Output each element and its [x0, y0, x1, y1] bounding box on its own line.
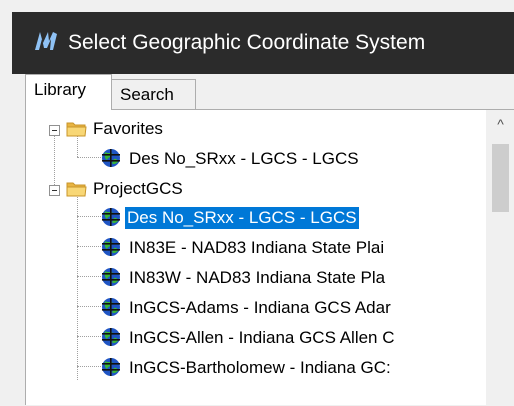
scroll-up-arrow-icon[interactable]: ^	[486, 110, 514, 138]
tree-item-label: InGCS-Adams - Indiana GCS Adar	[129, 298, 391, 317]
collapse-toggle-icon[interactable]	[49, 125, 60, 136]
tree-item-label: IN83E - NAD83 Indiana State Plai	[129, 238, 385, 257]
tree-item-label: IN83W - NAD83 Indiana State Pla	[129, 268, 386, 287]
tree-item-label: InGCS-Allen - Indiana GCS Allen C	[129, 328, 395, 347]
globe-icon	[101, 357, 121, 377]
tree-item-label: Des No_SRxx - LGCS - LGCS	[129, 149, 359, 168]
tree-item[interactable]: IN83W - NAD83 Indiana State Pla	[26, 263, 486, 293]
globe-icon	[101, 267, 121, 287]
globe-icon	[101, 237, 121, 257]
globe-icon	[101, 297, 121, 317]
app-logo-icon	[33, 29, 59, 53]
vertical-scrollbar[interactable]: ^	[486, 110, 514, 406]
tree-folder-projectgcs[interactable]: ProjectGCS	[26, 174, 486, 204]
tree-item[interactable]: IN83E - NAD83 Indiana State Plai	[26, 233, 486, 263]
folder-label: Favorites	[93, 119, 163, 138]
tree-item[interactable]: InGCS-Bartholomew - Indiana GC:	[26, 353, 486, 383]
collapse-toggle-icon[interactable]	[49, 185, 60, 196]
tab-library[interactable]: Library	[25, 74, 112, 110]
tree-folder-favorites[interactable]: Favorites	[26, 114, 486, 144]
tree-item[interactable]: InGCS-Allen - Indiana GCS Allen C	[26, 323, 486, 353]
tree-item[interactable]: InGCS-Adams - Indiana GCS Adar	[26, 293, 486, 323]
tab-search[interactable]: Search	[112, 79, 196, 110]
tree-item-selected[interactable]: Des No_SRxx - LGCS - LGCS	[26, 203, 486, 233]
coordinate-system-tree[interactable]: Favorites Des No_SRxx - LGCS - LGCS Proj…	[26, 110, 486, 406]
folder-icon	[66, 180, 87, 197]
library-panel: Favorites Des No_SRxx - LGCS - LGCS Proj…	[25, 109, 514, 406]
dialog-body: Library Search Favorites Des No_SRxx - L…	[12, 74, 514, 406]
folder-label: ProjectGCS	[93, 179, 183, 198]
tree-item-label: InGCS-Bartholomew - Indiana GC:	[129, 358, 391, 377]
tree-item[interactable]: Des No_SRxx - LGCS - LGCS	[26, 144, 486, 174]
title-bar[interactable]: Select Geographic Coordinate System	[12, 12, 514, 74]
globe-icon	[101, 207, 121, 227]
folder-icon	[66, 120, 87, 137]
globe-icon	[101, 327, 121, 347]
scrollbar-thumb[interactable]	[492, 144, 509, 212]
tree-item-label: Des No_SRxx - LGCS - LGCS	[125, 207, 359, 229]
window-title: Select Geographic Coordinate System	[68, 31, 426, 54]
globe-icon	[101, 148, 121, 168]
